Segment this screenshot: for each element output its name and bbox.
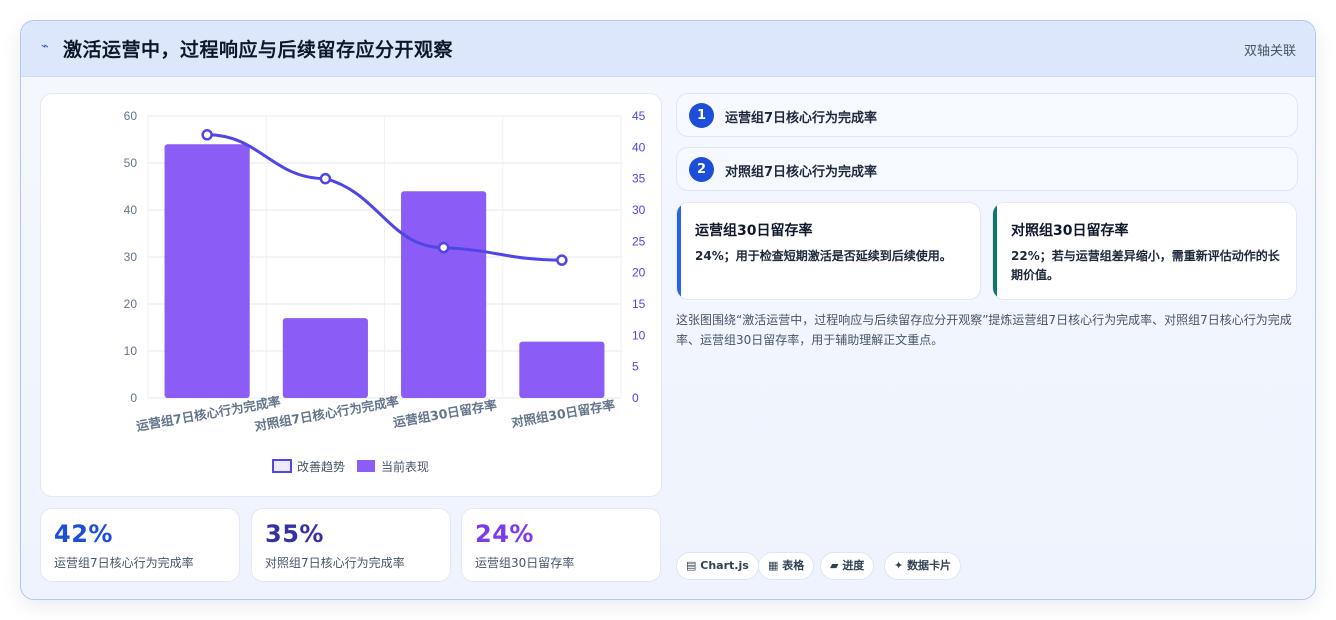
legend-swatch-bar [357,460,375,472]
stat-card-3: 24% 运营组30日留存率 [461,508,661,582]
right-tick-label: 5 [632,360,639,374]
main-card: ⌁ 激活运营中，过程响应与后续留存应分开观察 双轴关联 0 10 20 30 40 50 6… [20,20,1316,600]
right-tick-label: 0 [632,391,639,405]
step-item-1: 1 运营组7日核心行为完成率 [676,93,1298,137]
page-title: 激活运营中，过程响应与后续留存应分开观察 [63,39,454,61]
stat-value: 24% [475,520,534,548]
progress-icon: ▰ [830,559,839,572]
left-tick-label: 30 [124,250,138,264]
legend-label: 当前表现 [381,459,429,474]
stat-value: 42% [54,520,113,548]
bar [519,341,605,398]
right-tick-label: 35 [632,172,646,186]
bar [282,318,368,398]
left-tick-label: 0 [130,391,137,405]
trend-point [556,254,568,266]
header-tag: 双轴关联 [1243,44,1296,59]
right-tick-label: 40 [632,140,646,154]
legend-swatch-line [272,459,292,473]
accent-bar [677,203,681,299]
stat-card-1: 42% 运营组7日核心行为完成率 [40,508,240,582]
right-tick-label: 25 [632,234,646,248]
pill-chartjs[interactable]: ▤ Chart.js [676,552,759,580]
note-card-1: 运营组30日留存率 24%；用于检查短期激活是否延续到后续使用。 [676,202,981,300]
combo-chart: 0102030405060051015202530354045运营组7日核心行为… [124,109,646,474]
step-number: 2 [689,157,714,182]
table-icon: ▦ [768,559,779,572]
category-label: 运营组30日留存率 [392,397,498,430]
note-title: 运营组30日留存率 [695,223,813,239]
left-tick-label: 40 [124,203,138,217]
left-tick-label: 10 [124,344,138,358]
note-card-2: 对照组30日留存率 22%；若与运营组差异缩小，需重新评估动作的长期价值。 [992,202,1297,300]
trend-point [201,129,213,141]
stat-label: 对照组7日核心行为完成率 [265,556,405,570]
sparkle-icon: ✦ [894,559,904,572]
category-label: 对照组30日留存率 [510,397,616,430]
trend-point [319,172,332,185]
right-tick-label: 15 [632,297,646,311]
right-tick-label: 20 [632,266,646,280]
step-text: 对照组7日核心行为完成率 [725,165,878,180]
stat-card-2: 35% 对照组7日核心行为完成率 [251,508,451,582]
left-tick-label: 20 [124,297,138,311]
pill-label: Chart.js [700,559,749,572]
legend-label: 改善趋势 [297,459,345,474]
chart-icon: ▤ [686,559,697,572]
pill-progress[interactable]: ▰ 进度 [820,552,875,580]
left-tick-label: 50 [124,156,138,170]
step-number: 1 [689,103,714,128]
lightning-icon: ⌁ [41,39,49,54]
pill-label: 进度 [842,559,865,572]
accent-bar [993,203,997,299]
card-header: ⌁ 激活运营中，过程响应与后续留存应分开观察 双轴关联 [21,21,1315,77]
summary-text: 这张图围绕“激活运营中，过程响应与后续留存应分开观察”提炼运营组7日核心行为完成… [676,313,1292,347]
trend-point [437,241,450,254]
pill-label: 表格 [782,559,805,572]
pill-table[interactable]: ▦ 表格 [758,552,815,580]
note-title: 对照组30日留存率 [1011,223,1129,239]
stat-label: 运营组7日核心行为完成率 [54,556,194,570]
step-text: 运营组7日核心行为完成率 [725,111,878,126]
step-item-2: 2 对照组7日核心行为完成率 [676,147,1298,191]
right-tick-label: 30 [632,203,646,217]
bar [164,144,250,398]
bar [401,191,487,398]
note-body: 24%；用于检查短期激活是否延续到后续使用。 [695,249,952,263]
chart-panel: 0 10 20 30 40 50 60 0 5 10 15 20 25 30 35 40 45 运营组7日核心行为… [40,93,662,497]
pill-label: 数据卡片 [907,559,952,572]
right-tick-label: 10 [632,328,646,342]
note-body: 22%；若与运营组差异缩小，需重新评估动作的长期价值。 [1011,249,1280,282]
stat-label: 运营组30日留存率 [475,556,575,570]
right-tick-label: 45 [632,109,646,123]
pill-data-card[interactable]: ✦ 数据卡片 [884,552,962,580]
left-tick-label: 60 [124,109,138,123]
stat-value: 35% [265,520,324,548]
